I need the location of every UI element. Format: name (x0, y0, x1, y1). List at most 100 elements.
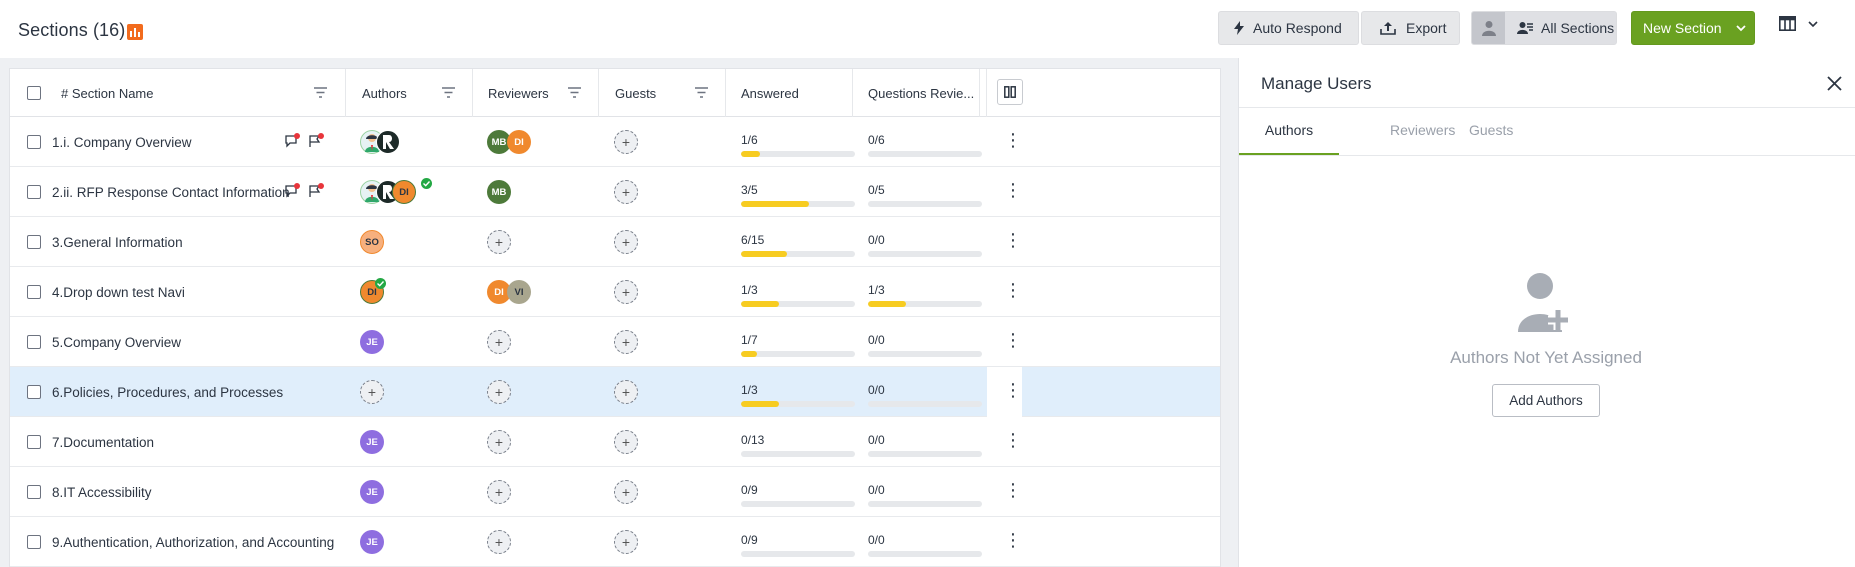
progress-fill (741, 351, 758, 357)
row-menu-icon[interactable]: ⋮ (1004, 430, 1022, 451)
all-sections-label: All Sections (1541, 20, 1615, 36)
row-checkbox[interactable] (27, 467, 41, 517)
reviewer-avatar[interactable]: DI (507, 130, 531, 154)
answered-progress (741, 551, 855, 557)
add-guest-button[interactable]: + (614, 480, 638, 504)
add-guest-button[interactable]: + (614, 530, 638, 554)
row-checkbox[interactable] (27, 417, 41, 467)
add-author-button[interactable]: + (360, 380, 384, 404)
row-checkbox[interactable] (27, 117, 41, 167)
section-name[interactable]: Policies, Procedures, and Processes (63, 385, 283, 400)
table-row[interactable]: 9. Authentication, Authorization, and Ac… (10, 517, 1220, 567)
add-reviewer-button[interactable]: + (487, 330, 511, 354)
row-checkbox[interactable] (27, 167, 41, 217)
reviewed-count: 0/5 (868, 183, 885, 197)
row-menu-icon[interactable]: ⋮ (1004, 280, 1022, 301)
add-guest-button[interactable]: + (614, 430, 638, 454)
row-checkbox[interactable] (27, 517, 41, 567)
flag-icon[interactable] (308, 133, 324, 149)
section-name[interactable]: Documentation (63, 435, 154, 450)
close-icon[interactable] (1827, 76, 1842, 91)
add-guest-button[interactable]: + (614, 330, 638, 354)
author-avatar[interactable]: JE (360, 430, 384, 454)
add-reviewer-button[interactable]: + (487, 430, 511, 454)
row-menu-icon[interactable]: ⋮ (1004, 230, 1022, 251)
chevron-down-icon[interactable] (1735, 24, 1746, 32)
comment-icon[interactable] (284, 183, 300, 199)
reviewer-avatar[interactable]: VI (507, 280, 531, 304)
col-reviewers[interactable]: Reviewers (488, 69, 549, 117)
author-avatar-logo[interactable] (376, 130, 400, 154)
row-menu-icon[interactable]: ⋮ (1004, 180, 1022, 201)
author-avatar[interactable]: DI (392, 180, 416, 204)
select-all-checkbox[interactable] (27, 69, 41, 117)
add-guest-button[interactable]: + (614, 230, 638, 254)
col-section-name[interactable]: # Section Name (61, 69, 154, 117)
reviewer-avatar[interactable]: MB (487, 180, 511, 204)
row-checkbox[interactable] (27, 267, 41, 317)
section-name[interactable]: ii. RFP Response Contact Information (63, 185, 289, 200)
add-authors-button[interactable]: Add Authors (1492, 384, 1600, 417)
row-menu-icon[interactable]: ⋮ (1004, 380, 1022, 401)
row-menu-icon[interactable]: ⋮ (1004, 130, 1022, 151)
col-answered[interactable]: Answered (741, 69, 799, 117)
row-menu-icon[interactable]: ⋮ (1004, 330, 1022, 351)
table-row[interactable]: 1. i. Company Overview MB DI + 1/6 0/6 ⋮ (10, 117, 1220, 167)
col-authors[interactable]: Authors (362, 69, 407, 117)
table-row[interactable]: 5. Company Overview JE + + 1/7 0/0 ⋮ (10, 317, 1220, 367)
author-avatar[interactable]: JE (360, 330, 384, 354)
row-checkbox[interactable] (27, 217, 41, 267)
export-button[interactable]: Export (1361, 11, 1460, 45)
section-name[interactable]: Drop down test Navi (63, 285, 185, 300)
tab-authors[interactable]: Authors (1239, 122, 1339, 138)
tab-guests[interactable]: Guests (1469, 122, 1513, 138)
section-name[interactable]: Authentication, Authorization, and Accou… (63, 535, 334, 550)
author-avatar[interactable]: JE (360, 480, 384, 504)
table-row[interactable]: 3. General Information SO + + 6/15 0/0 ⋮ (10, 217, 1220, 267)
layout-chevron-down-icon[interactable] (1808, 21, 1818, 28)
flag-icon[interactable] (308, 183, 324, 199)
author-avatar[interactable]: JE (360, 530, 384, 554)
section-name[interactable]: IT Accessibility (63, 485, 151, 500)
col-guests[interactable]: Guests (615, 69, 656, 117)
auto-respond-button[interactable]: Auto Respond (1218, 11, 1359, 45)
add-reviewer-button[interactable]: + (487, 230, 511, 254)
add-guest-button[interactable]: + (614, 130, 638, 154)
reviewed-count: 1/3 (868, 283, 885, 297)
row-menu-icon[interactable]: ⋮ (1004, 480, 1022, 501)
columns-toggle-button[interactable] (997, 79, 1023, 105)
add-guest-button[interactable]: + (614, 280, 638, 304)
filter-icon[interactable] (695, 87, 708, 98)
comment-icon[interactable] (284, 133, 300, 149)
tab-reviewers[interactable]: Reviewers (1390, 122, 1455, 138)
col-questions-reviewed[interactable]: Questions Revie... (868, 69, 974, 117)
table-row[interactable]: 8. IT Accessibility JE + + 0/9 0/0 ⋮ (10, 467, 1220, 517)
add-guest-button[interactable]: + (614, 180, 638, 204)
add-reviewer-button[interactable]: + (487, 480, 511, 504)
reviewed-progress (868, 351, 982, 357)
chart-icon[interactable] (127, 24, 143, 40)
add-guest-button[interactable]: + (614, 380, 638, 404)
section-name[interactable]: i. Company Overview (63, 135, 191, 150)
row-checkbox[interactable] (27, 317, 41, 367)
filter-icon[interactable] (314, 87, 327, 98)
empty-state-text: Authors Not Yet Assigned (1450, 348, 1642, 367)
add-reviewer-button[interactable]: + (487, 380, 511, 404)
new-section-button[interactable]: New Section (1631, 11, 1755, 45)
table-row[interactable]: 2. ii. RFP Response Contact Information … (10, 167, 1220, 217)
row-checkbox[interactable] (27, 367, 41, 417)
reviewed-count: 0/6 (868, 133, 885, 147)
section-name[interactable]: General Information (63, 235, 182, 250)
add-reviewer-button[interactable]: + (487, 530, 511, 554)
author-avatar[interactable]: SO (360, 230, 384, 254)
table-row[interactable]: 7. Documentation JE + + 0/13 0/0 ⋮ (10, 417, 1220, 467)
layout-icon[interactable] (1779, 16, 1796, 31)
table-row-selected[interactable]: 6. Policies, Procedures, and Processes +… (10, 367, 1220, 417)
filter-icon[interactable] (568, 87, 581, 98)
filter-icon[interactable] (442, 87, 455, 98)
row-menu-icon[interactable]: ⋮ (1004, 530, 1022, 551)
table-row[interactable]: 4. Drop down test Navi DI DI VI + 1/3 1/… (10, 267, 1220, 317)
section-number: 1. (52, 134, 64, 150)
section-name[interactable]: Company Overview (63, 335, 181, 350)
all-sections-button[interactable]: All Sections (1471, 11, 1617, 45)
